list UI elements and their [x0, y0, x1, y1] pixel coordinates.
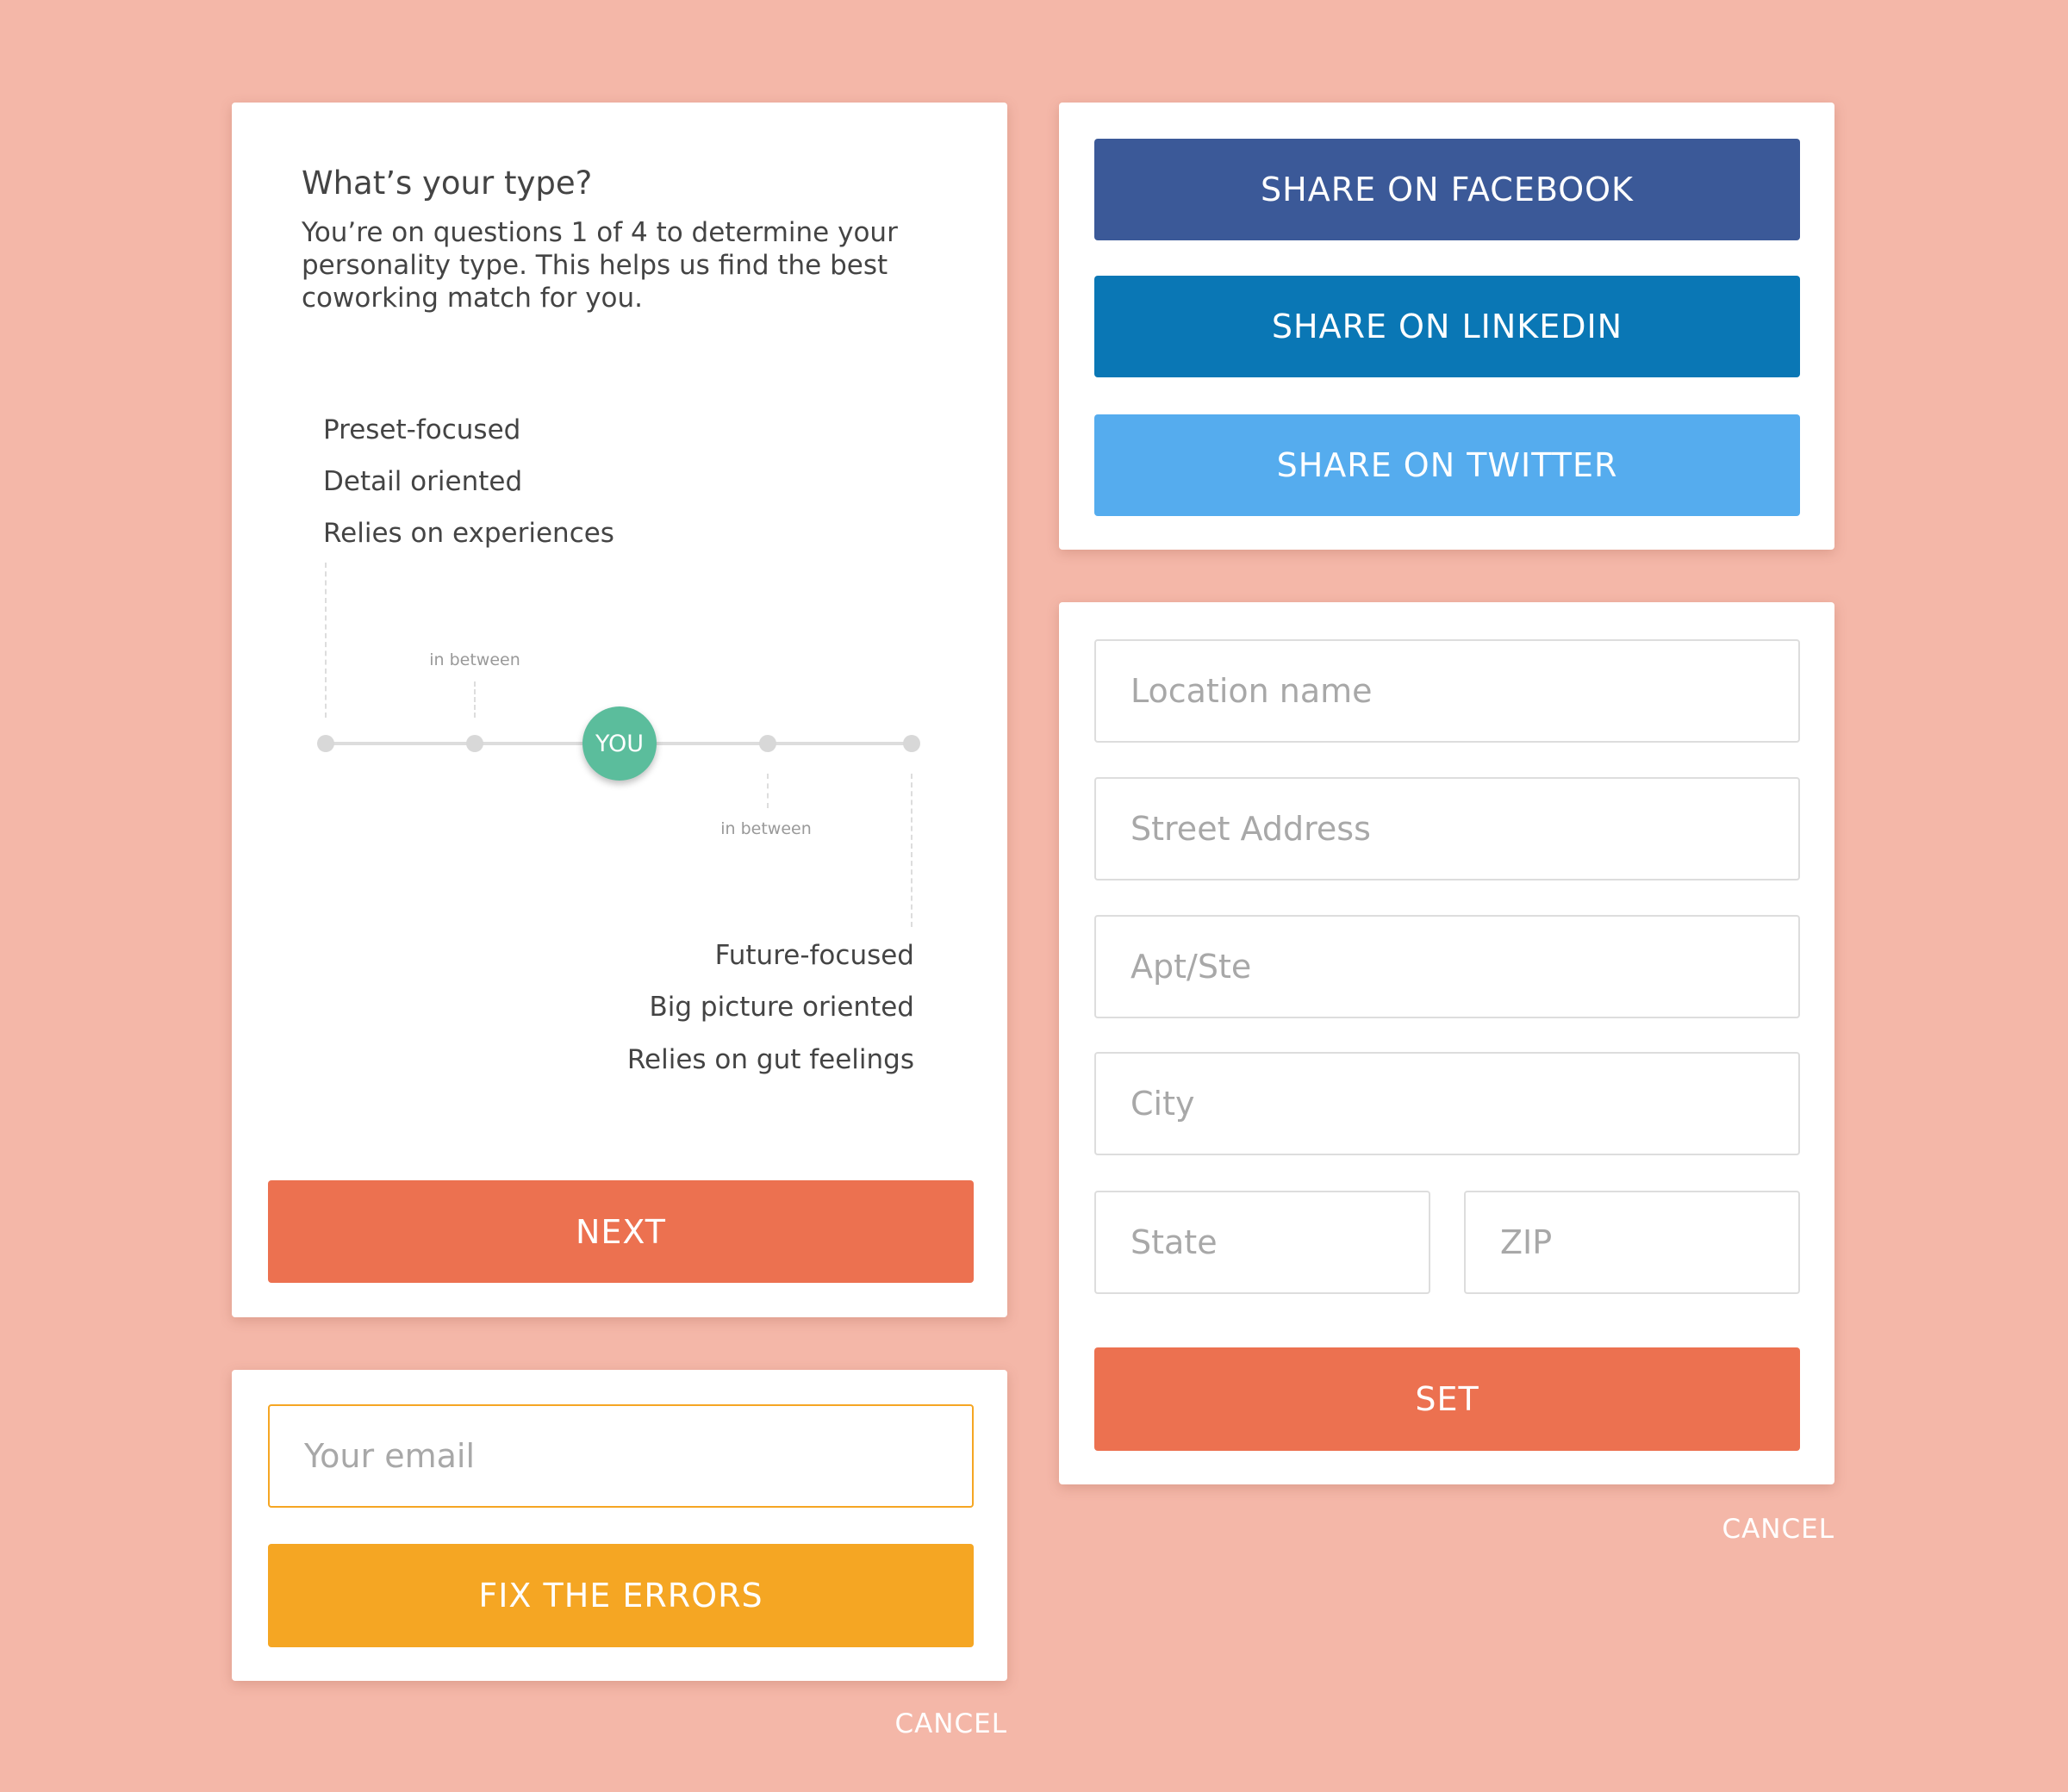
right-trait-2: Big picture oriented: [649, 992, 915, 1023]
left-trait-2: Detail oriented: [323, 466, 523, 497]
quiz-description: You’re on questions 1 of 4 to determine …: [302, 217, 898, 314]
right-end-dashed-line: [911, 774, 913, 927]
zip-input[interactable]: [1464, 1191, 1800, 1294]
location-cancel-link[interactable]: CANCEL: [1722, 1514, 1834, 1545]
scale-step-2[interactable]: [466, 735, 483, 752]
email-input[interactable]: [268, 1404, 974, 1508]
left-end-dashed-line: [325, 563, 327, 718]
share-twitter-button[interactable]: SHARE ON TWITTER: [1094, 414, 1800, 516]
you-marker[interactable]: YOU: [582, 706, 657, 781]
personality-quiz-card: What’s your type? You’re on questions 1 …: [232, 103, 1007, 1317]
in-between-label-1: in between: [429, 650, 520, 669]
between-dashed-line-2: [767, 774, 769, 808]
left-trait-3: Relies on experiences: [323, 518, 614, 549]
next-button[interactable]: NEXT: [268, 1180, 974, 1283]
email-card: FIX THE ERRORS: [232, 1370, 1007, 1681]
share-card: SHARE ON FACEBOOK SHARE ON LINKEDIN SHAR…: [1059, 103, 1834, 550]
left-trait-1: Preset-focused: [323, 414, 521, 445]
apt-ste-input[interactable]: [1094, 915, 1800, 1018]
share-linkedin-button[interactable]: SHARE ON LINKEDIN: [1094, 276, 1800, 377]
state-input[interactable]: [1094, 1191, 1430, 1294]
email-cancel-link[interactable]: CANCEL: [894, 1708, 1007, 1739]
between-dashed-line-1: [474, 681, 476, 718]
location-card: SET: [1059, 602, 1834, 1484]
quiz-title: What’s your type?: [302, 165, 593, 202]
street-address-input[interactable]: [1094, 777, 1800, 880]
scale-step-5[interactable]: [903, 735, 920, 752]
location-name-input[interactable]: [1094, 639, 1800, 743]
scale-step-4[interactable]: [759, 735, 776, 752]
city-input[interactable]: [1094, 1052, 1800, 1155]
scale-step-1[interactable]: [317, 735, 334, 752]
in-between-label-2: in between: [720, 819, 812, 838]
right-trait-1: Future-focused: [714, 940, 914, 971]
right-trait-3: Relies on gut feelings: [626, 1044, 914, 1075]
share-facebook-button[interactable]: SHARE ON FACEBOOK: [1094, 139, 1800, 240]
set-button[interactable]: SET: [1094, 1347, 1800, 1451]
fix-errors-button[interactable]: FIX THE ERRORS: [268, 1544, 974, 1647]
